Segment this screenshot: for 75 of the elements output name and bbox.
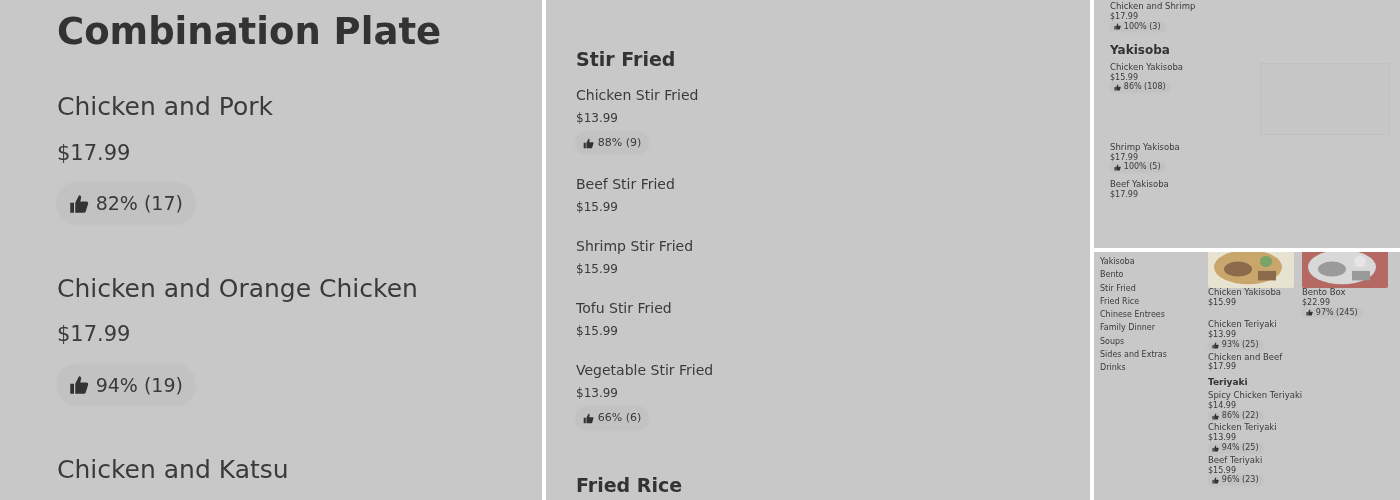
- item-name: Chicken Yakisoba: [1110, 62, 1184, 73]
- thumbs-up-icon: [1212, 412, 1219, 420]
- rating-text: 88% (9): [597, 134, 642, 151]
- rating-text: 94% (19): [95, 372, 183, 398]
- item-price: $15.99: [576, 323, 619, 341]
- item-price: $15.99: [1208, 298, 1237, 308]
- item-name: Chicken and Beef: [1208, 352, 1284, 362]
- category-link[interactable]: Bento: [1100, 271, 1208, 281]
- item-price: $14.99: [1208, 401, 1237, 411]
- item-name: Vegetable Stir Fried: [576, 361, 715, 381]
- item-name: Bento Box: [1302, 288, 1347, 298]
- rating-text: 86% (22): [1221, 411, 1259, 421]
- item-price: $15.99: [1208, 466, 1237, 475]
- rating-text: 96% (23): [1221, 476, 1259, 486]
- item-name: Beef Yakisoba: [1110, 180, 1170, 190]
- category-link[interactable]: Fried Rice: [1100, 297, 1208, 307]
- item-price: $13.99: [1208, 331, 1237, 340]
- rating-text: 82% (17): [95, 191, 183, 217]
- item-name: Shrimp Stir Fried: [576, 237, 695, 257]
- category-link[interactable]: Drinks: [1100, 364, 1208, 374]
- thumbs-up-icon: [1212, 477, 1219, 485]
- item-price: $22.99: [1302, 298, 1331, 308]
- thumbs-up-icon: [1114, 164, 1121, 172]
- item-price: $13.99: [576, 109, 619, 127]
- item-price: $13.99: [576, 385, 619, 403]
- section-heading: Teriyaki: [1208, 377, 1249, 389]
- item-name: Chicken Yakisoba: [1208, 288, 1283, 298]
- thumbs-up-icon: [1114, 84, 1121, 92]
- category-link[interactable]: Yakisoba: [1100, 258, 1208, 267]
- rating-text: 93% (25): [1221, 340, 1259, 350]
- thumbs-up-icon: [1212, 444, 1219, 452]
- category-link[interactable]: Soups: [1100, 337, 1208, 347]
- item-name: Beef Stir Fried: [576, 175, 676, 195]
- item-name: Chicken and Katsu: [57, 454, 290, 487]
- item-name: Beef Teriyaki: [1208, 455, 1264, 466]
- item-name: Chicken Teriyaki: [1208, 423, 1278, 433]
- category-link[interactable]: Stir Fried: [1100, 284, 1208, 294]
- item-price: $17.99: [1110, 190, 1139, 200]
- item-price: $17.99: [1110, 12, 1139, 22]
- item-name: Chicken and Orange Chicken: [57, 272, 419, 305]
- thumbs-up-icon: [1114, 23, 1121, 31]
- rating-text: 100% (5): [1123, 163, 1161, 173]
- thumbs-up-icon: [583, 413, 594, 425]
- rating-text: 97% (245): [1315, 308, 1358, 318]
- item-price: $15.99: [576, 199, 619, 217]
- section-heading: Fried Rice: [576, 473, 684, 497]
- category-link[interactable]: Family Dinner: [1100, 324, 1208, 334]
- item-name: Chicken and Pork: [57, 91, 274, 124]
- thumbs-up-icon: [1306, 309, 1313, 317]
- item-name: Tofu Stir Fried: [576, 299, 673, 319]
- section-heading: Stir Fried: [576, 48, 677, 71]
- section-heading: Yakisoba: [1110, 43, 1171, 58]
- thumbs-up-icon: [1212, 341, 1219, 349]
- item-name: Chicken and Shrimp: [1110, 2, 1197, 12]
- item-name: Chicken Teriyaki: [1208, 320, 1278, 330]
- item-price: $15.99: [576, 261, 619, 279]
- item-price: $17.99: [1110, 153, 1139, 162]
- item-name: Shrimp Yakisoba: [1110, 142, 1181, 153]
- rating-text: 94% (25): [1221, 444, 1259, 453]
- item-price: $17.99: [57, 139, 132, 167]
- item-price: $17.99: [1208, 363, 1237, 373]
- category-link[interactable]: Chinese Entrees: [1100, 311, 1208, 320]
- rating-text: 66% (6): [597, 410, 642, 427]
- item-price: $17.99: [57, 321, 132, 349]
- section-heading: Combination Plate: [57, 10, 443, 55]
- thumbs-up-icon: [583, 137, 594, 149]
- item-name: Spicy Chicken Teriyaki: [1208, 391, 1304, 401]
- item-price: $15.99: [1110, 73, 1139, 82]
- thumbs-up-icon: [69, 193, 89, 214]
- item-name: Chicken Stir Fried: [576, 85, 700, 105]
- thumbs-up-icon: [69, 375, 89, 396]
- rating-text: 86% (108): [1123, 83, 1166, 93]
- rating-text: 100% (3): [1123, 22, 1161, 32]
- category-link[interactable]: Sides and Extras: [1100, 351, 1208, 360]
- item-price: $13.99: [1208, 434, 1237, 443]
